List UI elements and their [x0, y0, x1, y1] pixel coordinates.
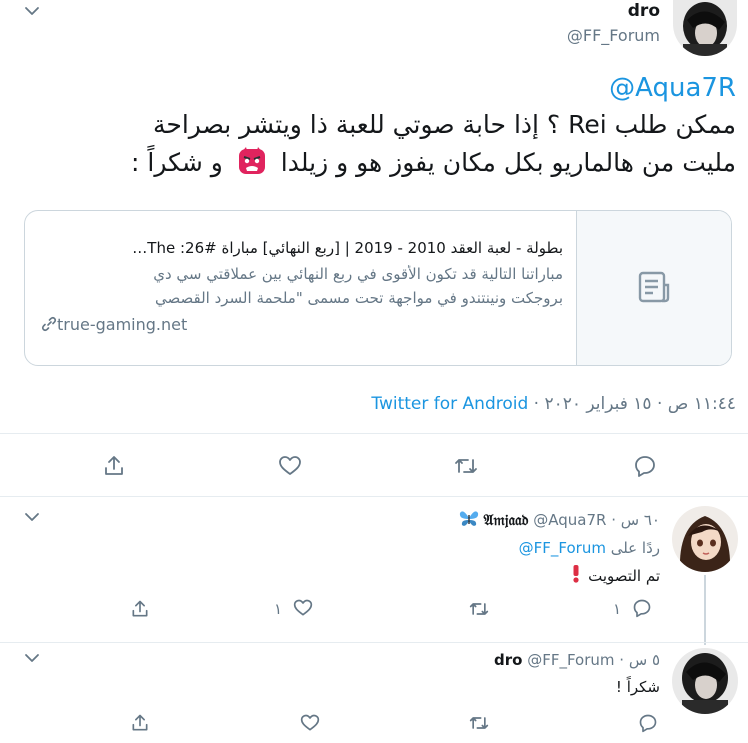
author-handle[interactable]: @Aqua7R [533, 511, 606, 529]
avatar[interactable] [673, 0, 737, 56]
like-count: ١ [274, 600, 283, 618]
reply-header: 𝔄𝔪𝔧𝔞𝔞𝔡 @Aqua7R · ٦٠ س [300, 510, 660, 532]
share-icon[interactable] [102, 454, 126, 478]
butterfly-icon [459, 510, 479, 532]
mention-link[interactable]: @Aqua7R [540, 73, 736, 103]
reply-text: تم التصويت [300, 565, 660, 587]
card-domain: true-gaming.net [41, 315, 187, 336]
goblin-emoji [237, 146, 267, 182]
chevron-down-icon[interactable] [24, 511, 40, 523]
author-name[interactable]: 𝔄𝔪𝔧𝔞𝔞𝔡 [484, 511, 529, 529]
reply-icon[interactable] [632, 598, 652, 618]
reply-time[interactable]: · ٦٠ س [611, 511, 660, 529]
reply-text: شكراً ! [615, 678, 660, 696]
chevron-down-icon[interactable] [24, 5, 40, 17]
reply-count: ١ [613, 600, 622, 618]
card-thumbnail [576, 211, 731, 365]
link-icon [41, 316, 57, 336]
chevron-down-icon[interactable] [24, 652, 40, 664]
divider [0, 642, 748, 643]
retweet-icon[interactable] [468, 713, 490, 733]
author-name[interactable]: dro [560, 1, 660, 21]
share-icon[interactable] [130, 713, 150, 733]
card-description-line2: بروجكت ونينتندو في مواجهة تحت مسمى "ملحم… [154, 289, 563, 307]
replying-to: ردًا على @FF_Forum [300, 539, 660, 557]
tweet-text-line2-main: مليت من هالماريو بكل مكان يفوز هو و زيلد… [280, 148, 736, 177]
like-icon[interactable] [293, 598, 313, 618]
like-action[interactable]: ١ [274, 598, 313, 622]
like-icon[interactable] [278, 454, 302, 478]
like-icon[interactable] [300, 713, 320, 733]
tweet-text-line2-end: و شكراً : [131, 148, 223, 177]
timestamp-row: ١١:٤٤ ص · ١٥ فبراير ٢٠٢٠ · Twitter for A… [300, 394, 736, 414]
reply-time[interactable]: · ٥ س [619, 651, 660, 669]
reply-icon[interactable] [633, 454, 657, 478]
exclamation-icon [572, 565, 580, 587]
avatar[interactable] [672, 648, 738, 714]
author-handle[interactable]: @FF_Forum [520, 26, 660, 45]
timestamp[interactable]: ١١:٤٤ ص · ١٥ فبراير ٢٠٢٠ · [534, 394, 736, 414]
thread-line [704, 575, 706, 645]
source-link[interactable]: Twitter for Android [371, 394, 528, 414]
article-icon [636, 271, 672, 305]
replying-to-handle[interactable]: @FF_Forum [519, 539, 606, 557]
avatar[interactable] [672, 506, 738, 572]
divider [0, 433, 748, 434]
tweet-text-line2: مليت من هالماريو بكل مكان يفوز هو و زيلد… [30, 146, 736, 182]
author-handle[interactable]: @FF_Forum [527, 651, 614, 669]
replying-to-label: ردًا على [610, 539, 660, 557]
tweet-text-line1: ممكن طلب Rei ؟ إذا حابة صوتي للعبة ذا وي… [153, 110, 736, 139]
reply-action[interactable]: ١ [613, 598, 652, 622]
author-name[interactable]: dro [494, 651, 522, 669]
card-title: بطولة - لعبة العقد 2010 - 2019 | [ربع ال… [132, 239, 563, 257]
retweet-icon[interactable] [468, 599, 490, 619]
retweet-icon[interactable] [453, 454, 479, 478]
card-domain-text: true-gaming.net [57, 315, 188, 334]
reply-header: dro @FF_Forum · ٥ س [300, 651, 660, 669]
divider [0, 496, 748, 497]
link-card[interactable]: بطولة - لعبة العقد 2010 - 2019 | [ربع ال… [24, 210, 732, 366]
reply-icon[interactable] [638, 713, 658, 733]
reply-text-content: تم التصويت [588, 567, 660, 585]
share-icon[interactable] [130, 599, 150, 619]
card-description-line1: مباراتنا التالية قد تكون الأقوى في ربع ا… [153, 265, 563, 283]
